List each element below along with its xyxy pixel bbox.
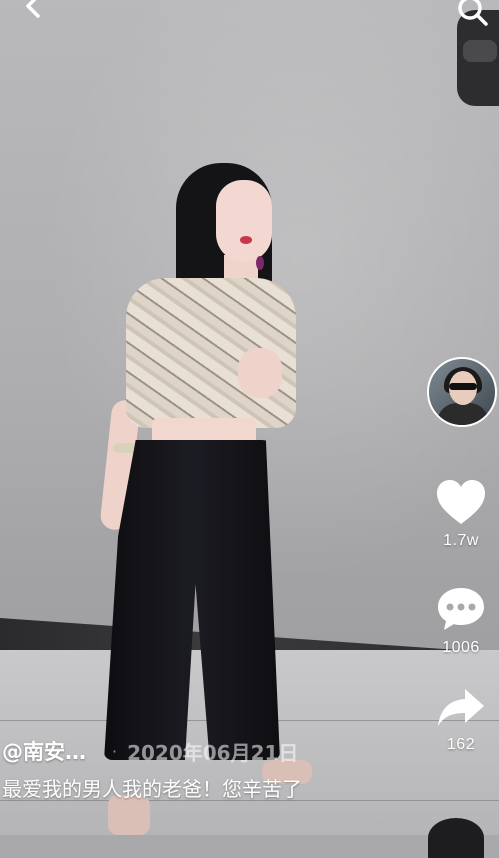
video-description: 最爱我的男人我的老爸！您辛苦了: [2, 777, 302, 801]
author-name[interactable]: @南安…: [2, 736, 86, 766]
comment-count: 1006: [442, 639, 480, 656]
search-button[interactable]: [454, 0, 490, 30]
avatar-figure-body: [437, 403, 489, 425]
speech-bubble-icon: [438, 588, 484, 630]
like-button[interactable]: 1.7w: [421, 478, 499, 550]
chevron-left-icon: [26, 0, 40, 18]
post-date: 2020年06月21日: [127, 740, 299, 765]
share-arrow-icon: [438, 689, 484, 726]
author-avatar[interactable]: [427, 357, 497, 427]
author-line: @南安… · 2020年06月21日: [2, 735, 298, 767]
heart-icon: [437, 480, 485, 524]
share-button[interactable]: 162: [421, 686, 499, 754]
share-count: 162: [446, 736, 476, 753]
video-overlay: 1.7w 1006 162 @南安… · 2020年06月21日 最爱我的男人我…: [0, 0, 499, 858]
separator-dot: ·: [112, 741, 118, 761]
music-disc[interactable]: [428, 818, 484, 858]
back-button[interactable]: [16, 0, 50, 22]
comment-button[interactable]: 1006: [421, 585, 499, 657]
search-icon: [458, 0, 488, 26]
like-count: 1.7w: [443, 532, 479, 549]
avatar-figure-sunglasses: [449, 383, 477, 390]
